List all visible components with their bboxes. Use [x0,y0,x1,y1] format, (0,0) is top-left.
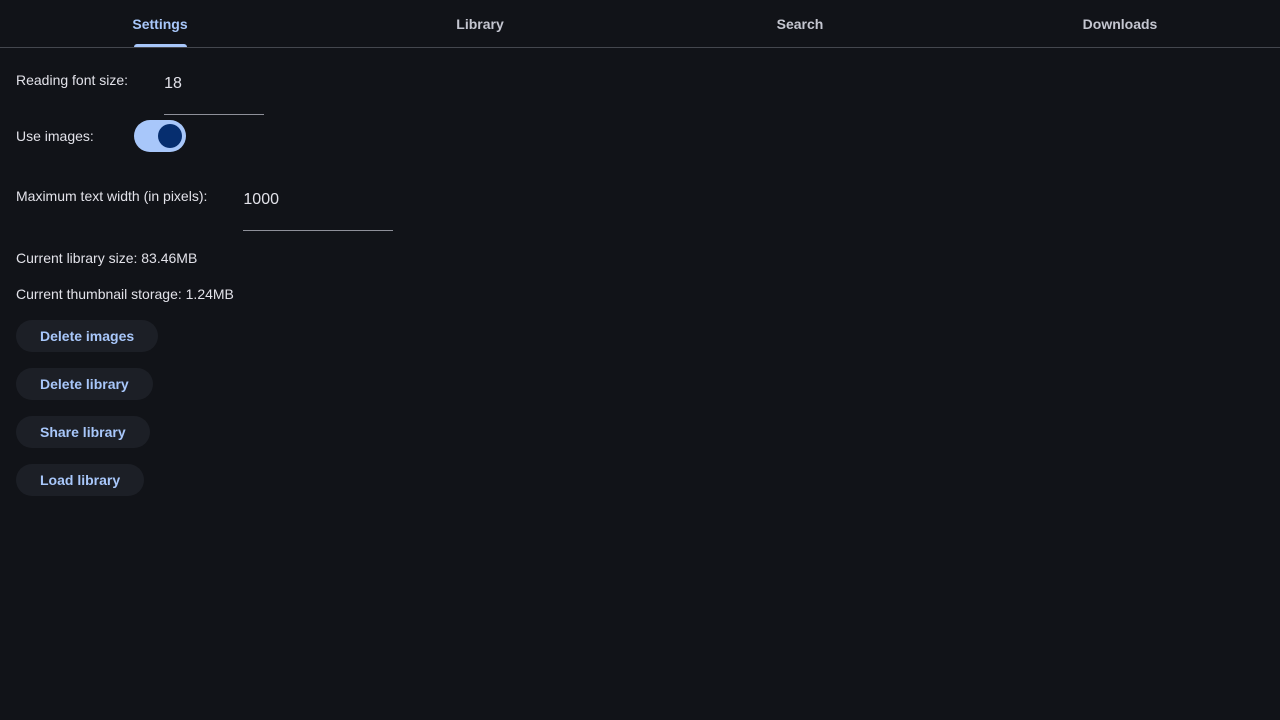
use-images-toggle[interactable] [133,120,186,152]
share-library-button[interactable]: Share library [16,416,150,448]
active-tab-indicator [134,44,187,47]
tab-label: Downloads [1082,15,1158,32]
max-width-label: Maximum text width (in pixels): [16,188,208,204]
tab-label: Library [456,15,504,32]
library-size-text: Current library size: 83.46MB [16,250,198,266]
settings-panel: Reading font size: 18 Use images: Maximu… [0,48,1280,496]
delete-images-button[interactable]: Delete images [16,320,159,352]
use-images-row: Use images: [16,108,1264,164]
tab-label: Settings [132,15,188,32]
tab-library[interactable]: Library [320,0,640,47]
load-library-button[interactable]: Load library [16,464,145,496]
max-width-row: Maximum text width (in pixels): 1000 [16,164,1264,231]
tab-settings[interactable]: Settings [0,0,320,47]
delete-library-button[interactable]: Delete library [16,368,153,400]
font-size-input[interactable]: 18 [164,59,265,115]
max-width-value: 1000 [243,191,279,208]
use-images-label: Use images: [16,128,94,144]
tab-downloads[interactable]: Downloads [960,0,1280,47]
tab-label: Search [776,15,824,32]
font-size-row: Reading font size: 18 [16,48,1264,115]
max-width-input[interactable]: 1000 [243,175,394,231]
font-size-value: 18 [164,75,182,92]
action-buttons: Delete images Delete library Share libra… [16,320,1264,496]
tab-bar: Settings Library Search Downloads [0,0,1280,48]
font-size-label: Reading font size: [16,72,129,88]
tab-search[interactable]: Search [640,0,960,47]
thumbnail-storage-text: Current thumbnail storage: 1.24MB [16,286,234,302]
toggle-thumb [157,124,182,148]
